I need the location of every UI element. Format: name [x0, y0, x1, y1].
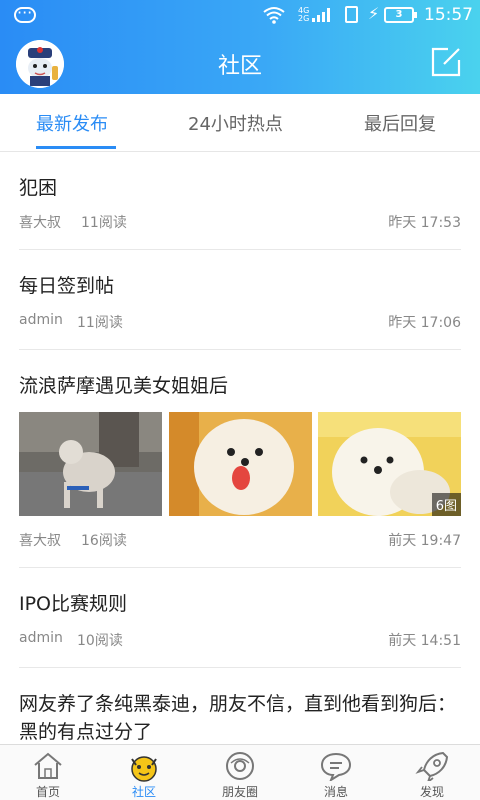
- nav-community[interactable]: 社区: [96, 745, 192, 800]
- tab-24h-hot[interactable]: 24小时热点: [188, 110, 283, 136]
- post-reads: 11阅读: [77, 315, 123, 331]
- tab-latest[interactable]: 最新发布: [36, 110, 108, 136]
- post-item[interactable]: 每日签到帖 admin 11阅读 昨天 17:06: [19, 250, 461, 350]
- battery-icon: 3: [384, 7, 417, 23]
- network-type-label: 4G 2G: [298, 6, 310, 23]
- community-icon: [131, 756, 157, 782]
- post-meta: admin 11阅读 昨天 17:06: [19, 312, 461, 332]
- post-author: 喜大叔: [19, 215, 61, 231]
- post-meta: 喜大叔 16阅读 前天 19:47: [19, 530, 461, 550]
- nav-moments[interactable]: 朋友圈: [192, 745, 288, 800]
- charging-icon: ⚡: [368, 4, 380, 23]
- post-title[interactable]: 每日签到帖: [19, 250, 461, 300]
- nav-label: 社区: [131, 785, 156, 799]
- nav-label: 朋友圈: [221, 785, 258, 799]
- post-item[interactable]: IPO比赛规则 admin 10阅读 前天 14:51: [19, 568, 461, 668]
- status-bar: 4G 2G ⚡ 3 15:57: [0, 0, 480, 32]
- nav-home[interactable]: 首页: [0, 745, 96, 800]
- post-time: 前天 19:47: [388, 533, 461, 549]
- active-tab-indicator: [36, 146, 116, 149]
- image-count-badge: 6图: [431, 493, 461, 516]
- sim-icon: [345, 6, 358, 23]
- post-author: admin: [19, 312, 63, 328]
- post-time: 昨天 17:06: [388, 315, 461, 331]
- wifi-icon: [262, 6, 286, 28]
- post-title[interactable]: 网友养了条纯黑泰迪，朋友不信，直到他看到狗后：黑的有点过分了: [19, 668, 461, 744]
- post-time: 前天 14:51: [388, 633, 461, 649]
- clock: 15:57: [424, 5, 473, 25]
- post-meta: admin 10阅读 前天 14:51: [19, 630, 461, 650]
- compose-icon[interactable]: [430, 46, 462, 78]
- post-reads: 16阅读: [81, 533, 127, 549]
- post-item[interactable]: 网友养了条纯黑泰迪，朋友不信，直到他看到狗后：黑的有点过分了: [19, 668, 461, 744]
- post-author: admin: [19, 630, 63, 646]
- home-icon: [34, 752, 62, 779]
- post-item[interactable]: 犯困 喜大叔 11阅读 昨天 17:53: [19, 152, 461, 250]
- app-header: 社区: [0, 32, 480, 94]
- post-author: 喜大叔: [19, 533, 61, 549]
- moments-icon: [226, 752, 254, 780]
- post-item[interactable]: 流浪萨摩遇见美女姐姐后 6图 喜大叔 16阅读 前天 19:47: [19, 350, 461, 568]
- nav-label: 消息: [323, 785, 348, 799]
- post-image[interactable]: [19, 412, 162, 516]
- message-icon: [320, 752, 352, 781]
- nav-label: 首页: [35, 785, 60, 799]
- rocket-icon: [415, 751, 449, 781]
- app-root: 4G 2G ⚡ 3 15:57: [0, 0, 480, 800]
- post-title[interactable]: 犯困: [19, 152, 461, 202]
- post-image[interactable]: 6图: [318, 412, 461, 516]
- post-meta: 喜大叔 11阅读 昨天 17:53: [19, 212, 461, 232]
- more-icon[interactable]: [14, 3, 36, 23]
- nav-discover[interactable]: 发现: [384, 745, 480, 800]
- bottom-nav: 首页 社区 朋友圈 消息 发现: [0, 744, 480, 800]
- nav-label: 发现: [419, 785, 444, 799]
- post-reads: 11阅读: [81, 215, 127, 231]
- post-title[interactable]: IPO比赛规则: [19, 568, 461, 618]
- signal-icon: [312, 8, 332, 22]
- post-feed[interactable]: 犯困 喜大叔 11阅读 昨天 17:53 每日签到帖 admin 11阅读 昨天…: [0, 152, 480, 744]
- post-time: 昨天 17:53: [388, 215, 461, 231]
- post-image[interactable]: [169, 412, 312, 516]
- tab-bar: 最新发布 24小时热点 最后回复: [0, 94, 480, 152]
- post-image-gallery[interactable]: 6图: [19, 412, 461, 516]
- post-title[interactable]: 流浪萨摩遇见美女姐姐后: [19, 350, 461, 400]
- top-bar: 4G 2G ⚡ 3 15:57: [0, 0, 480, 94]
- page-title: 社区: [217, 54, 262, 79]
- post-reads: 10阅读: [77, 633, 123, 649]
- tab-last-reply[interactable]: 最后回复: [364, 110, 436, 136]
- nav-messages[interactable]: 消息: [288, 745, 384, 800]
